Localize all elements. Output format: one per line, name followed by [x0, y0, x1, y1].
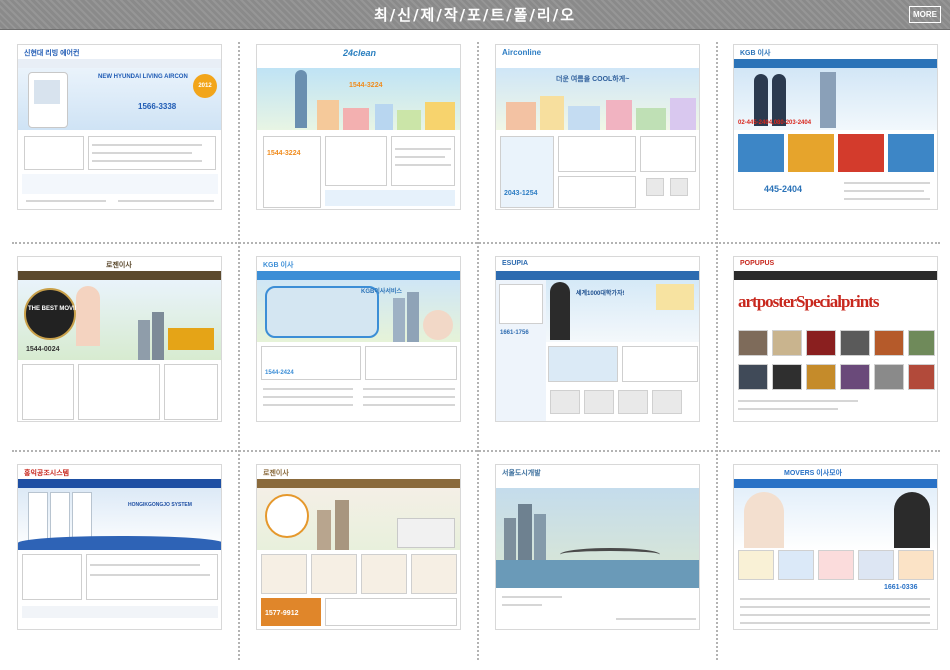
- portfolio-thumb[interactable]: POPUPUS artposterSpecialprints: [733, 256, 938, 422]
- portfolio-thumb[interactable]: Airconline 더운 여름을 COOL하게~ 2043-1254: [495, 44, 700, 210]
- grid-divider: [12, 450, 940, 452]
- badge: 2012: [193, 74, 217, 98]
- portfolio-thumb[interactable]: 로젠이사 THE BEST MOVING 1544-0024: [17, 256, 222, 422]
- portfolio-thumb[interactable]: 서울도시개발: [495, 464, 700, 630]
- hero-headline: KGB이사서비스: [361, 289, 402, 295]
- portfolio-thumb[interactable]: KGB 이사 02-445-2404,080-203-2404 445-2404: [733, 44, 938, 210]
- hero-headline: HONGIKGONGJO SYSTEM: [128, 502, 192, 508]
- portfolio-header-bar: 최/신/제/작/포/트/폴/리/오 MORE: [0, 0, 950, 30]
- portfolio-thumb[interactable]: 24clean 1544-3224 1544-3224: [256, 44, 461, 210]
- phone-number: 1544-2424: [265, 370, 294, 376]
- phone-number: 1544-0024: [26, 346, 60, 353]
- phone-number: 1661-0336: [884, 584, 918, 591]
- portfolio-thumb[interactable]: 신현대 리빙 에어컨 NEW HYUNDAI LIVING AIRCON 156…: [17, 44, 222, 210]
- hero-headline: 1544-3224: [349, 82, 383, 89]
- site-logo: 24clean: [343, 48, 377, 58]
- hero-headline: 세계1000대학가자!: [576, 291, 625, 297]
- grid-divider: [477, 42, 479, 660]
- portfolio-thumb[interactable]: MOVERS 이사모아 1661-0336: [733, 464, 938, 630]
- grid-divider: [238, 42, 240, 660]
- site-logo: 홍익공조시스템: [24, 470, 70, 477]
- portfolio-thumb[interactable]: 홍익공조시스템 HONGIKGONGJO SYSTEM: [17, 464, 222, 630]
- portfolio-thumb[interactable]: 로젠이사 1577-9912: [256, 464, 461, 630]
- phone-number: 445-2404: [764, 184, 803, 194]
- site-logo: 로젠이사: [263, 470, 289, 477]
- hero-headline: NEW HYUNDAI LIVING AIRCON: [98, 74, 188, 80]
- site-logo: 로젠이사: [106, 262, 132, 269]
- phone-number: 1566-3338: [138, 102, 177, 111]
- grid-divider: [12, 242, 940, 244]
- site-logo: POPUPUS: [740, 260, 775, 267]
- portfolio-grid: 신현대 리빙 에어컨 NEW HYUNDAI LIVING AIRCON 156…: [0, 30, 950, 670]
- hero-headline: 02-445-2404,080-203-2404: [738, 120, 812, 126]
- portfolio-page: 최/신/제/작/포/트/폴/리/오 MORE 신현대 리빙 에어컨 NEW HY…: [0, 0, 950, 670]
- hero-headline: artposterSpecialprints: [738, 292, 879, 311]
- hero-headline: 더운 여름을 COOL하게~: [556, 76, 630, 83]
- portfolio-thumb[interactable]: KGB 이사 KGB이사서비스 1544-2424: [256, 256, 461, 422]
- portfolio-title: 최/신/제/작/포/트/폴/리/오: [373, 6, 577, 24]
- site-logo: KGB 이사: [263, 262, 294, 269]
- site-logo: Airconline: [502, 48, 542, 57]
- phone-number: 1577-9912: [265, 610, 299, 617]
- portfolio-thumb[interactable]: ESUPIA 세계1000대학가자! 1661-1756: [495, 256, 700, 422]
- site-logo: 신현대 리빙 에어컨: [24, 50, 80, 57]
- phone-number: 1661-1756: [500, 330, 529, 336]
- site-logo: 서울도시개발: [502, 470, 541, 477]
- site-logo: MOVERS 이사모아: [784, 470, 843, 477]
- grid-divider: [716, 42, 718, 660]
- phone-number: 1544-3224: [267, 150, 301, 157]
- site-logo: KGB 이사: [740, 50, 771, 57]
- more-button[interactable]: MORE: [909, 6, 941, 23]
- phone-number: 2043-1254: [504, 190, 538, 197]
- site-logo: ESUPIA: [502, 260, 529, 267]
